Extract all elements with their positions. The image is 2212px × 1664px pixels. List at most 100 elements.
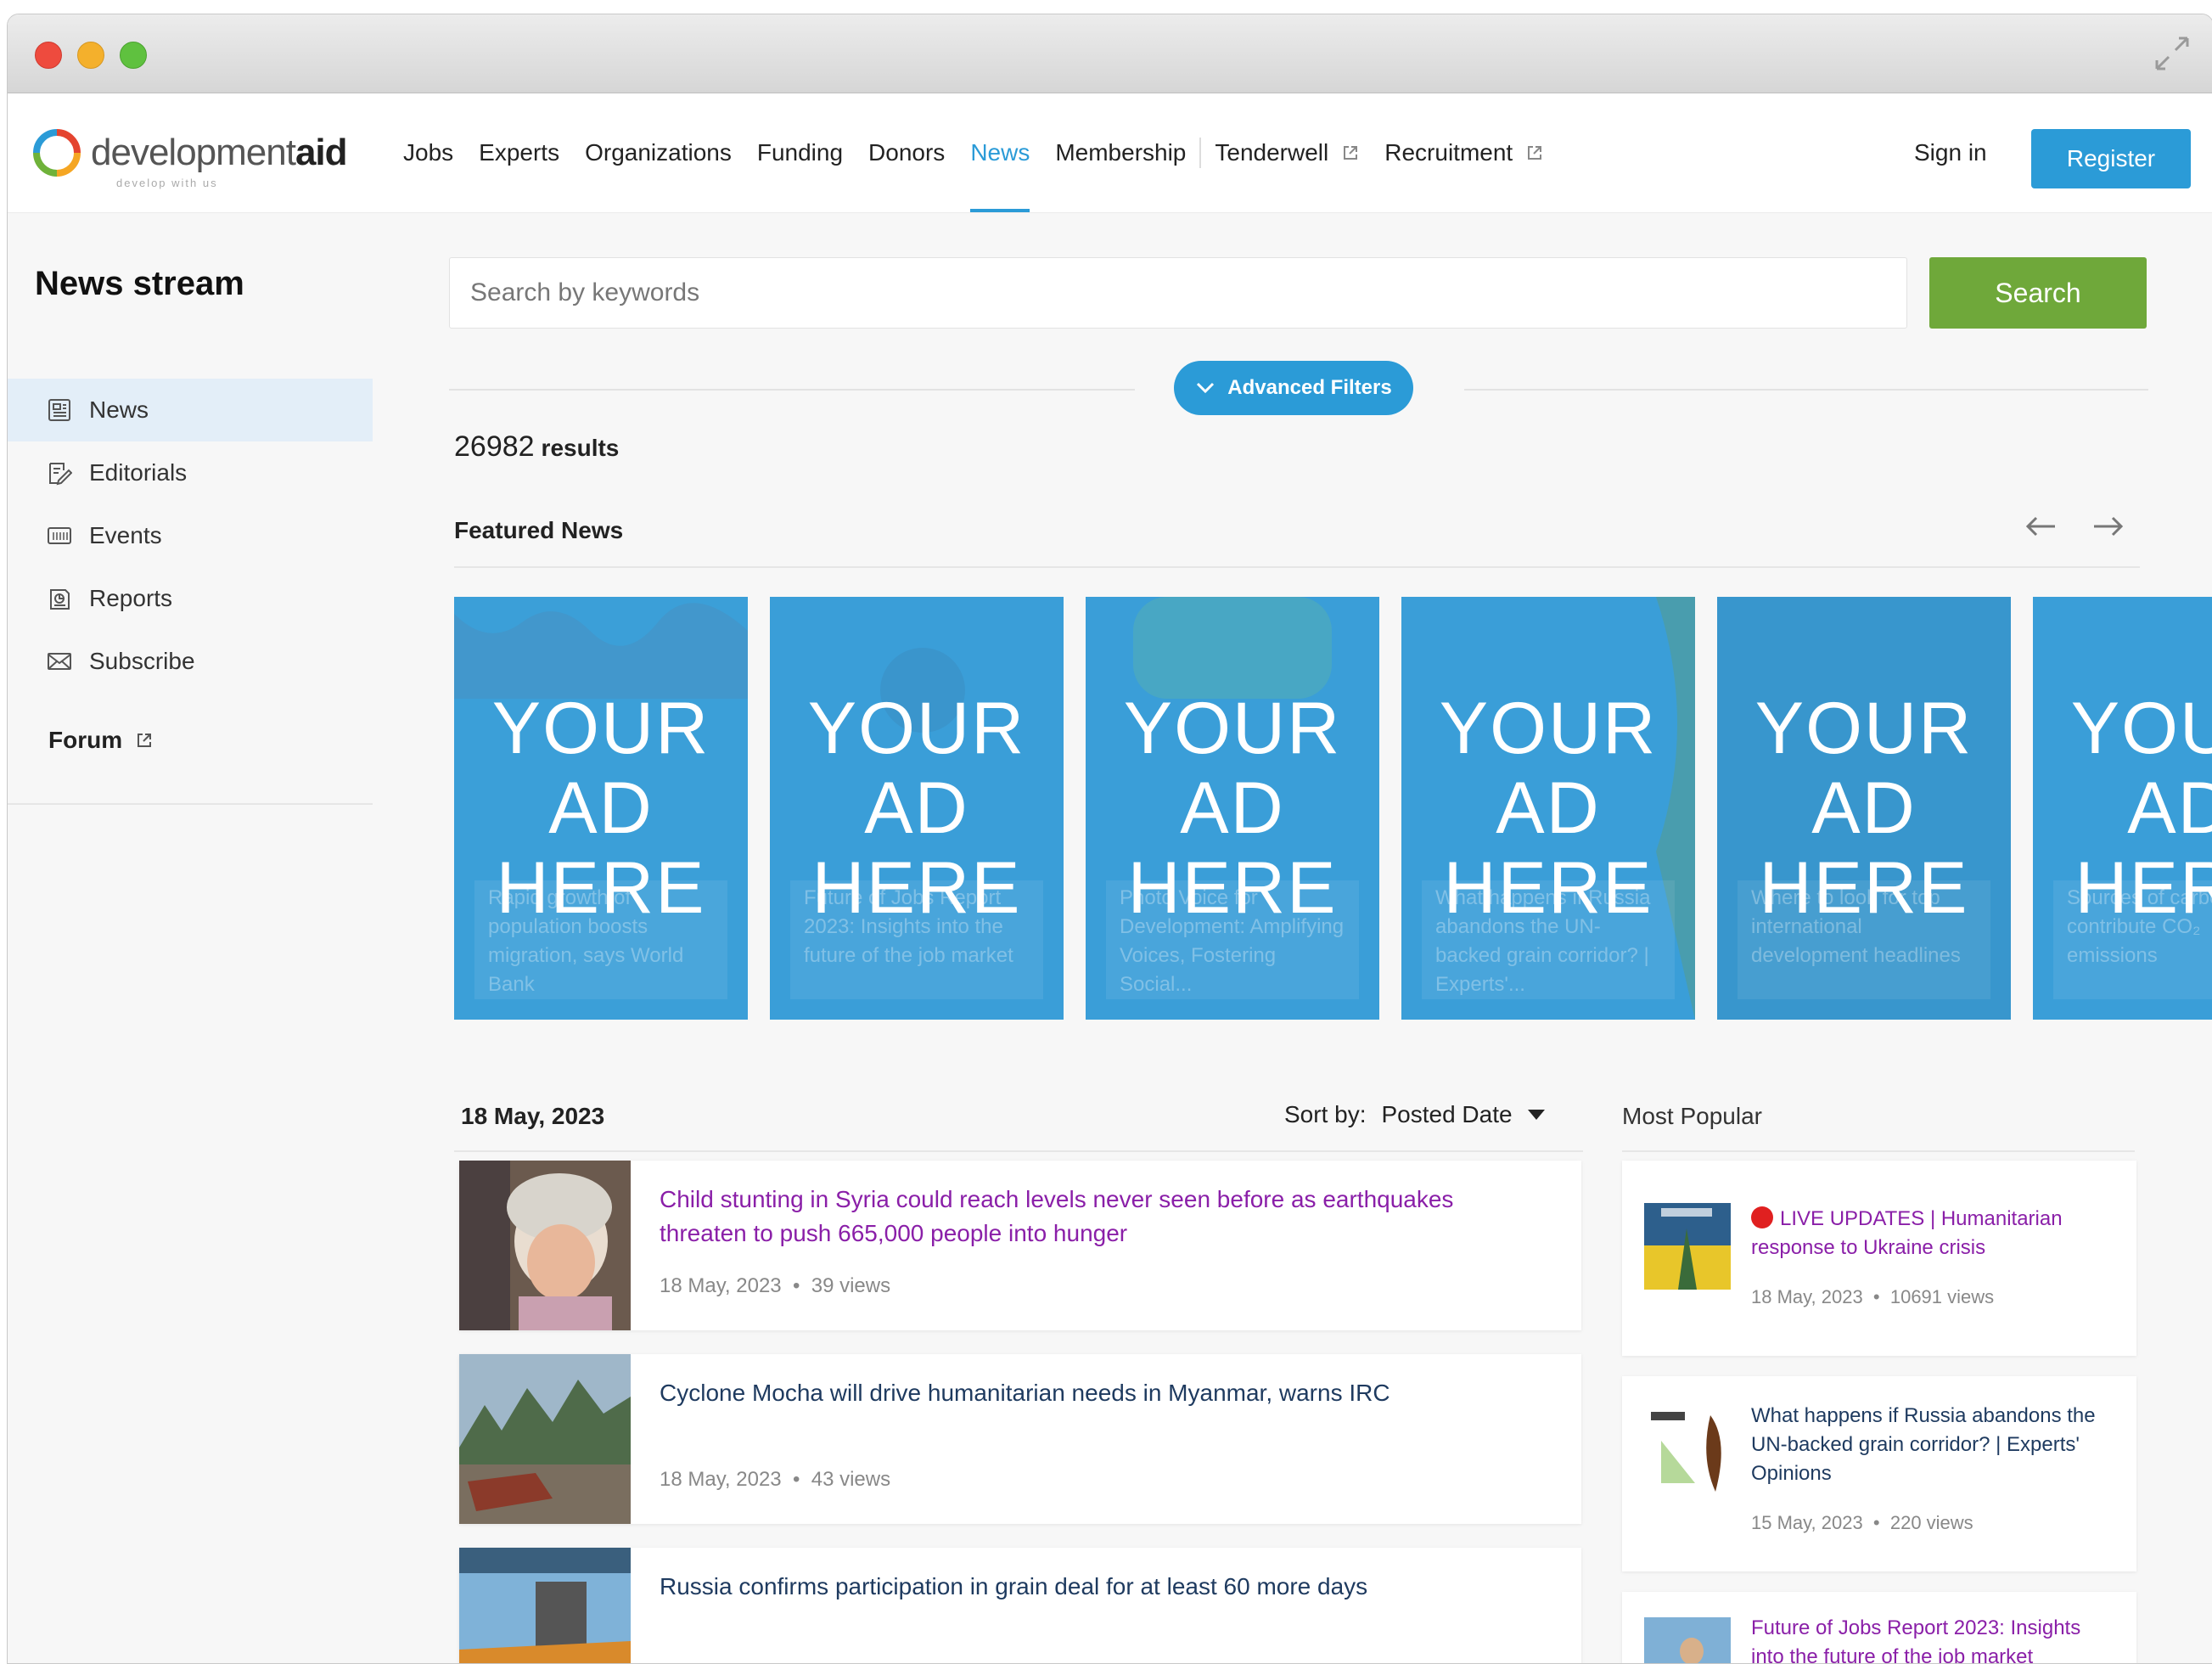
popular-views: 10691 views <box>1889 1286 1995 1307</box>
news-views: 43 views <box>811 1468 891 1491</box>
sidebar: News stream News Editorials Events Repor… <box>8 212 373 1663</box>
featured-news-title: Featured News <box>454 517 624 543</box>
featured-card[interactable]: Rapid growth of population boosts migrat… <box>454 597 748 1020</box>
search-button[interactable]: Search <box>1929 257 2147 329</box>
ad-placeholder: YOURADHERE <box>807 688 1026 929</box>
news-thumbnail <box>459 1548 631 1663</box>
sort-value: Posted Date <box>1381 1101 1513 1127</box>
calendar-icon <box>48 527 71 544</box>
featured-card[interactable]: What happens if Russia abandons the UN-b… <box>1401 597 1695 1020</box>
news-date: 18 May, 2023 <box>660 1468 782 1491</box>
featured-card[interactable]: Sources of carbon contribute CO₂ emissio… <box>2033 597 2212 1020</box>
news-title-link[interactable]: Russia confirms participation in grain d… <box>660 1570 1542 1604</box>
sidebar-item-reports[interactable]: Reports <box>8 567 373 630</box>
nav-organizations[interactable]: Organizations <box>585 93 732 212</box>
ad-placeholder: YOURADHERE <box>1754 688 1973 929</box>
news-meta: 18 May, 2023 • 39 views <box>660 1274 891 1297</box>
logo-wordmark: developmentaid <box>91 132 348 173</box>
news-list-item[interactable]: Child stunting in Syria could reach leve… <box>459 1161 1581 1330</box>
news-thumbnail <box>459 1161 631 1330</box>
news-date: 18 May, 2023 <box>660 1274 782 1297</box>
sidebar-divider <box>8 803 373 805</box>
news-title-link[interactable]: Cyclone Mocha will drive humanitarian ne… <box>660 1376 1542 1410</box>
forum-label: Forum <box>48 727 123 753</box>
ad-placeholder: YOURADHERE <box>2070 688 2212 929</box>
most-popular-title: Most Popular <box>1622 1103 1762 1129</box>
sidebar-item-news[interactable]: News <box>8 379 373 441</box>
popular-title-link[interactable]: What happens if Russia abandons the UN-b… <box>1751 1402 2116 1488</box>
nav-recruitment[interactable]: Recruitment <box>1384 93 1543 212</box>
divider <box>449 389 1135 391</box>
search-input[interactable] <box>449 257 1907 329</box>
logo-tagline: develop with us <box>116 177 218 189</box>
chevron-down-icon <box>1197 382 1215 394</box>
logo-ring-icon <box>33 129 81 177</box>
popular-title-link[interactable]: Future of Jobs Report 2023: Insights int… <box>1751 1614 2116 1663</box>
sidebar-item-subscribe[interactable]: Subscribe <box>8 630 373 693</box>
nav-tenderwell[interactable]: Tenderwell <box>1215 93 1359 212</box>
forum-link[interactable]: Forum <box>48 727 153 754</box>
popular-views: 220 views <box>1889 1512 1973 1533</box>
nav-jobs[interactable]: Jobs <box>403 93 453 212</box>
news-thumbnail <box>459 1354 631 1524</box>
sidebar-item-editorials[interactable]: Editorials <box>8 441 373 504</box>
featured-card[interactable]: Where to look for top international deve… <box>1717 597 2011 1020</box>
divider <box>454 566 2140 568</box>
news-list-item[interactable]: Cyclone Mocha will drive humanitarian ne… <box>459 1354 1581 1524</box>
news-views: 39 views <box>811 1274 891 1297</box>
results-count: 26982 results <box>454 430 619 464</box>
sidebar-item-label: Editorials <box>89 459 188 486</box>
advanced-filters-button[interactable]: Advanced Filters <box>1174 361 1413 415</box>
popular-item[interactable]: Future of Jobs Report 2023: Insights int… <box>1622 1592 2136 1663</box>
popular-thumbnail <box>1644 1407 1731 1493</box>
nav-funding[interactable]: Funding <box>757 93 843 212</box>
popular-meta: 15 May, 2023 • 220 views <box>1751 1512 1973 1533</box>
featured-card[interactable]: Future of Jobs Report 2023: Insights int… <box>770 597 1064 1020</box>
envelope-icon <box>48 653 71 670</box>
nav-membership[interactable]: Membership <box>1055 93 1186 212</box>
sort-label: Sort by: <box>1284 1101 1367 1127</box>
live-indicator-icon <box>1751 1206 1773 1228</box>
popular-thumbnail <box>1644 1617 1731 1663</box>
browser-window: developmentaid develop with us Jobs Expe… <box>7 14 2212 1664</box>
sidebar-item-events[interactable]: Events <box>8 504 373 567</box>
minimize-window-button[interactable] <box>77 42 104 69</box>
nav-recruitment-label: Recruitment <box>1384 139 1513 166</box>
top-navigation: developmentaid develop with us Jobs Expe… <box>8 93 2212 213</box>
zoom-window-button[interactable] <box>120 42 147 69</box>
external-link-icon <box>138 734 152 747</box>
window-titlebar <box>8 14 2212 93</box>
popular-title-link[interactable]: LIVE UPDATES | Humanitarian response to … <box>1751 1205 2116 1262</box>
divider <box>454 1150 1583 1152</box>
site-logo[interactable]: developmentaid develop with us <box>33 119 348 189</box>
report-icon <box>50 589 70 610</box>
external-link-icon <box>1528 146 1542 160</box>
edit-icon <box>49 463 72 486</box>
sort-dropdown[interactable]: Sort by: Posted Date <box>1284 1101 1545 1128</box>
news-list-item[interactable]: Russia confirms participation in grain d… <box>459 1548 1581 1663</box>
sign-in-link[interactable]: Sign in <box>1914 93 1987 212</box>
advanced-filters-label: Advanced Filters <box>1227 376 1392 399</box>
featured-card[interactable]: Photo Voice for Development: Amplifying … <box>1086 597 1379 1020</box>
register-button[interactable]: Register <box>2031 129 2191 188</box>
popular-meta: 18 May, 2023 • 10691 views <box>1751 1286 1995 1307</box>
nav-tenderwell-label: Tenderwell <box>1215 139 1329 166</box>
sidebar-item-label: Events <box>89 522 162 548</box>
fullscreen-icon[interactable] <box>2153 35 2191 72</box>
popular-date: 18 May, 2023 <box>1751 1286 1863 1307</box>
nav-donors[interactable]: Donors <box>868 93 945 212</box>
news-title-link[interactable]: Child stunting in Syria could reach leve… <box>660 1183 1542 1251</box>
nav-news[interactable]: News <box>970 93 1030 212</box>
external-link-icon <box>1344 146 1358 160</box>
nav-divider <box>1199 138 1202 168</box>
popular-item[interactable]: LIVE UPDATES | Humanitarian response to … <box>1622 1161 2136 1356</box>
ad-placeholder: YOURADHERE <box>1123 688 1342 929</box>
newspaper-icon <box>48 399 70 421</box>
popular-item[interactable]: What happens if Russia abandons the UN-b… <box>1622 1376 2136 1571</box>
divider <box>1464 389 2148 391</box>
arrow-right-icon[interactable] <box>2091 514 2125 539</box>
ad-placeholder: YOURADHERE <box>491 688 710 929</box>
close-window-button[interactable] <box>35 42 62 69</box>
arrow-left-icon[interactable] <box>2024 514 2058 539</box>
nav-experts[interactable]: Experts <box>479 93 559 212</box>
